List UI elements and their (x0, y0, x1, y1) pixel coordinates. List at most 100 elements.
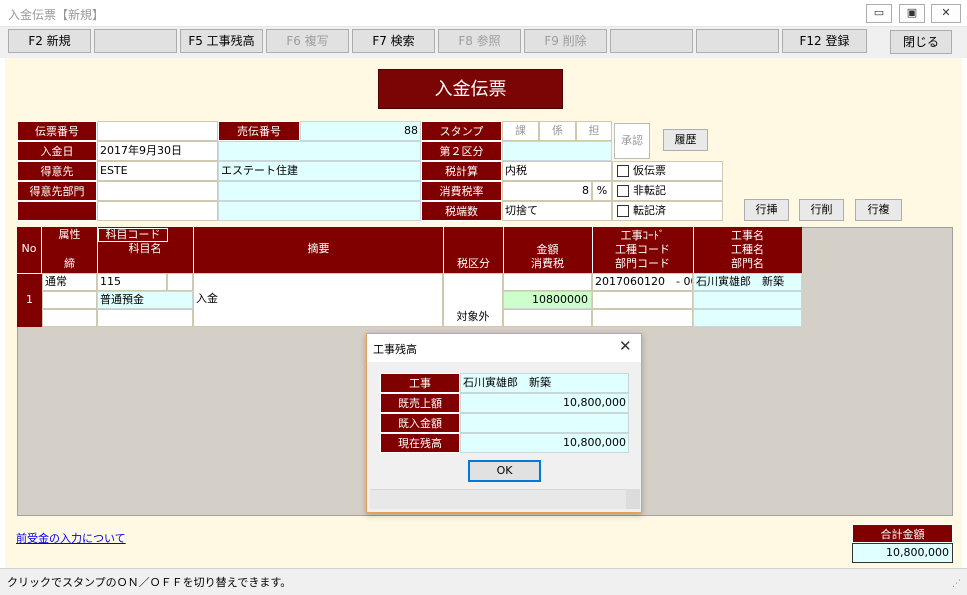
header-kamoku-code: 科目コード (98, 228, 168, 242)
row-duplicate-button[interactable]: 行複 (855, 199, 902, 221)
title-bar: 入金伝票【新規】 ▭ ▣ ✕ (0, 0, 967, 27)
tenki-zumi-checkbox-cell[interactable]: 転記済 (612, 201, 723, 221)
hitenki-label: 非転記 (633, 184, 666, 197)
row-koshu-code[interactable] (592, 291, 693, 309)
kari-denpyo-checkbox[interactable] (617, 165, 629, 177)
blank-label (17, 201, 97, 221)
f8-reference-button[interactable]: F8 参照 (438, 29, 521, 53)
row-bumon-code[interactable] (592, 309, 693, 327)
f7-search-button[interactable]: F7 検索 (352, 29, 435, 53)
hitenki-checkbox[interactable] (617, 185, 629, 197)
row-tekiyo[interactable]: 入金 (193, 273, 443, 327)
tax-rate-label: 消費税率 (421, 181, 502, 201)
minimize-icon: ▭ (873, 6, 885, 19)
zei-keisan-field[interactable]: 内税 (502, 161, 612, 181)
dialog-title-bar: 工事残高 ✕ (367, 334, 641, 362)
dialog-koji-value: 石川寅雄郎 新築 (460, 373, 629, 393)
minimize-button[interactable]: ▭ (866, 4, 892, 23)
stamp-kakari[interactable]: 係 (539, 121, 576, 141)
maeuke-help-link[interactable]: 前受金の入力について (16, 530, 126, 546)
tokuisaki-label: 得意先 (17, 161, 97, 181)
tokuisaki-name-field: エステート住建 (218, 161, 421, 181)
header-kingaku: 金額 (536, 243, 559, 256)
dialog-kiuriage-label: 既売上額 (380, 393, 460, 413)
dialog-kinyukin-value (460, 413, 629, 433)
f10-blank-button[interactable] (610, 29, 693, 53)
dialog-close-icon[interactable]: ✕ (619, 337, 632, 355)
maximize-button[interactable]: ▣ (899, 4, 925, 23)
zei-keisan-label: 税計算 (421, 161, 502, 181)
f6-copy-button[interactable]: F6 複写 (266, 29, 349, 53)
bumon-code-field[interactable] (97, 181, 218, 201)
total-value: 10,800,000 (852, 543, 953, 563)
stamp-ka[interactable]: 課 (502, 121, 539, 141)
tenki-zumi-checkbox[interactable] (617, 205, 629, 217)
kari-denpyo-checkbox-cell[interactable]: 仮伝票 (612, 161, 723, 181)
header-zei-kubun: 税区分 (443, 227, 503, 273)
f12-register-button[interactable]: F12 登録 (782, 29, 867, 53)
row-shohizei[interactable] (503, 309, 592, 327)
dialog-scroll-corner (626, 489, 640, 509)
uri-denpyo-no-field[interactable]: 88 (300, 121, 421, 141)
header-koji-code: 工事ｺｰﾄﾞ (620, 229, 665, 242)
hasu-label: 税端数 (421, 201, 502, 221)
nyukin-date-label: 入金日 (17, 141, 97, 161)
tax-rate-unit: % (592, 181, 612, 201)
header-koshu-name: 工種名 (731, 243, 764, 256)
tokuisaki-code-field[interactable]: ESTE (97, 161, 218, 181)
row-zokusei[interactable]: 通常 (42, 273, 97, 291)
row-koji-code[interactable]: 2017060120 - 00 (592, 273, 693, 291)
bumon-name-field (218, 181, 421, 201)
close-icon: ✕ (941, 6, 951, 19)
row-kingaku[interactable]: 10800000 (503, 291, 592, 309)
denpyo-no-field[interactable] (97, 121, 218, 141)
row-shime[interactable] (42, 291, 97, 309)
blank-name-field (218, 201, 421, 221)
header-bumon-code: 部門コード (615, 257, 670, 270)
close-window-button[interactable]: ✕ (931, 4, 961, 23)
f3-blank-button[interactable] (94, 29, 177, 53)
dialog-koji-label: 工事 (380, 373, 460, 393)
tenki-zumi-label: 転記済 (633, 204, 666, 217)
hitenki-checkbox-cell[interactable]: 非転記 (612, 181, 723, 201)
nyukin-date-extra (218, 141, 421, 161)
f11-blank-button[interactable] (696, 29, 779, 53)
function-toolbar: F2 新規 F5 工事残高 F6 複写 F7 検索 F8 参照 F9 削除 F1… (0, 27, 967, 58)
header-zokusei: 属性 (42, 227, 97, 245)
status-bar: クリックでスタンプのＯＮ／ＯＦＦを切り替えできます。 ⋰ (0, 568, 967, 595)
dialog-status-bar (370, 489, 626, 509)
stamp-tanto[interactable]: 担 (576, 121, 612, 141)
nyukin-date-field[interactable]: 2017年9月30日 (97, 141, 218, 161)
row-no: 1 (17, 273, 42, 327)
history-button[interactable]: 履歴 (663, 129, 708, 151)
row-kamoku-code[interactable]: 115 (97, 273, 167, 291)
approve-stamp[interactable]: 承認 (614, 123, 650, 159)
row-koji-name: 石川寅雄郎 新築 (693, 273, 802, 291)
row-delete-button[interactable]: 行削 (799, 199, 844, 221)
kari-denpyo-label: 仮伝票 (633, 164, 666, 177)
resize-grip-icon[interactable]: ⋰ (952, 579, 961, 589)
kubun2-field[interactable] (502, 141, 612, 161)
hasu-field[interactable]: 切捨て (502, 201, 612, 221)
blank-field[interactable] (97, 201, 218, 221)
bumon-label: 得意先部門 (17, 181, 97, 201)
row-zei-kubun[interactable]: 対象外 (443, 273, 503, 327)
dialog-kinyukin-label: 既入金額 (380, 413, 460, 433)
tax-rate-field[interactable]: 8 (502, 181, 592, 201)
dialog-zandaka-value: 10,800,000 (460, 433, 629, 453)
header-koshu-code: 工種コード (615, 243, 670, 256)
close-button[interactable]: 閉じる (890, 30, 952, 54)
f9-delete-button[interactable]: F9 削除 (524, 29, 607, 53)
dialog-zandaka-label: 現在残高 (380, 433, 460, 453)
total-label: 合計金額 (852, 524, 953, 543)
dialog-title: 工事残高 (373, 343, 417, 356)
f2-new-button[interactable]: F2 新規 (8, 29, 91, 53)
header-bumon-name: 部門名 (731, 257, 764, 270)
row-bumon-name (693, 309, 802, 327)
row-insert-button[interactable]: 行挿 (744, 199, 789, 221)
page-title: 入金伝票 (378, 69, 563, 109)
row-koshu-name (693, 291, 802, 309)
f5-koji-zandaka-button[interactable]: F5 工事残高 (180, 29, 263, 53)
row-kamoku-name: 普通預金 (97, 291, 193, 309)
dialog-ok-button[interactable]: OK (468, 460, 541, 482)
